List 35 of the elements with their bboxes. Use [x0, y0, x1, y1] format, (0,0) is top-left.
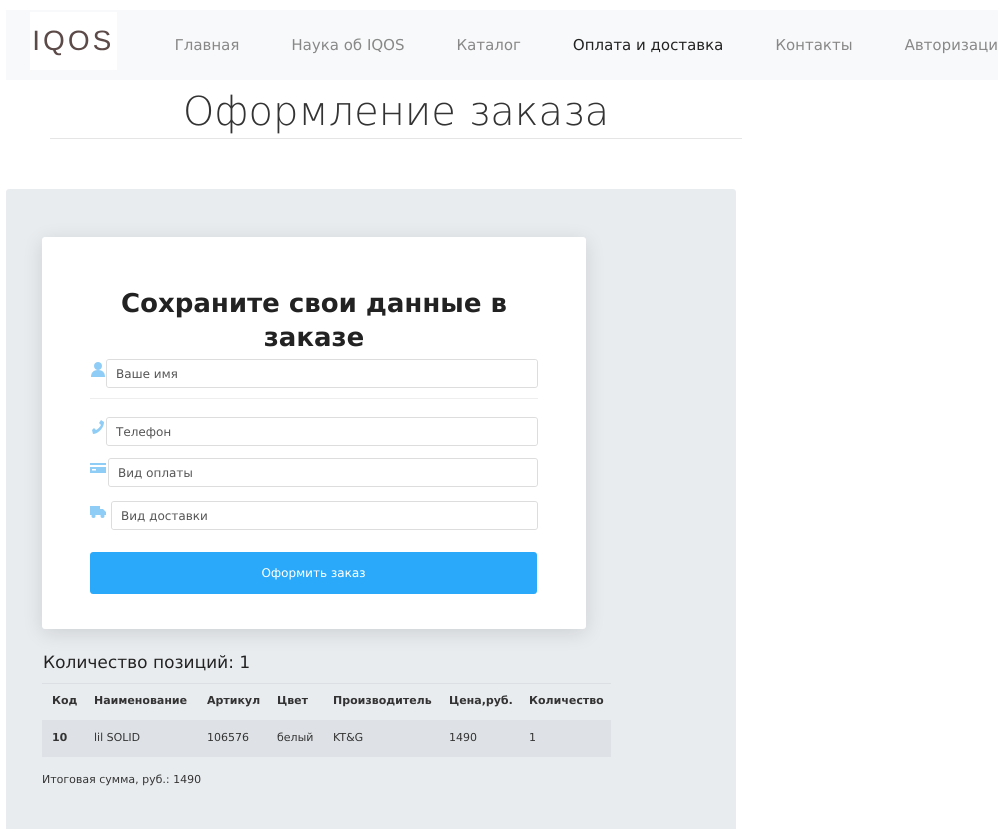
submit-button[interactable]: Оформить заказ: [90, 552, 537, 594]
form-title: Сохраните свои данные в заказе: [120, 288, 508, 355]
column-header: Количество: [529, 693, 604, 710]
credit-card-icon: [90, 460, 106, 476]
logo-panel[interactable]: IQOS: [30, 12, 117, 70]
logo: IQOS: [32, 24, 114, 58]
column-header: Цвет: [277, 693, 308, 710]
input-field[interactable]: Телефон: [106, 417, 538, 446]
column-header: Артикул: [207, 693, 260, 710]
input-field[interactable]: Вид доставки: [111, 501, 538, 530]
column-header: Производитель: [333, 693, 432, 710]
table-cell-text: 10: [52, 730, 68, 746]
item-count-heading: Количество позиций: 1: [42, 651, 611, 684]
truck-icon: [90, 503, 106, 519]
nav-link[interactable]: Оплата и доставка: [572, 34, 724, 56]
table-cell-text: 1490: [449, 730, 477, 746]
total-sum: Итоговая сумма, руб.: 1490: [42, 772, 202, 788]
phone-icon: [90, 419, 106, 435]
table-cell-text: 106576: [207, 730, 249, 746]
table-cell-text: KT&G: [333, 730, 364, 746]
nav-link[interactable]: Наука об IQOS: [291, 34, 404, 56]
input-field[interactable]: Ваше имя: [106, 359, 538, 388]
column-header: Код: [52, 693, 78, 710]
nav-link[interactable]: Главная: [174, 34, 240, 56]
page-title: Оформление заказа: [182, 88, 610, 136]
table-cell-text: lil SOLID: [94, 730, 140, 746]
column-header: Цена,руб.: [449, 693, 513, 710]
input-field[interactable]: Вид оплаты: [108, 458, 538, 487]
nav-link[interactable]: Контакты: [775, 34, 853, 56]
table-cell-text: 1: [529, 730, 536, 746]
person-icon: [90, 361, 106, 377]
table-cell-text: белый: [277, 730, 314, 746]
nav-link[interactable]: Авторизаци: [904, 34, 998, 56]
nav-link[interactable]: Каталог: [456, 34, 521, 56]
column-header: Наименование: [94, 693, 188, 710]
